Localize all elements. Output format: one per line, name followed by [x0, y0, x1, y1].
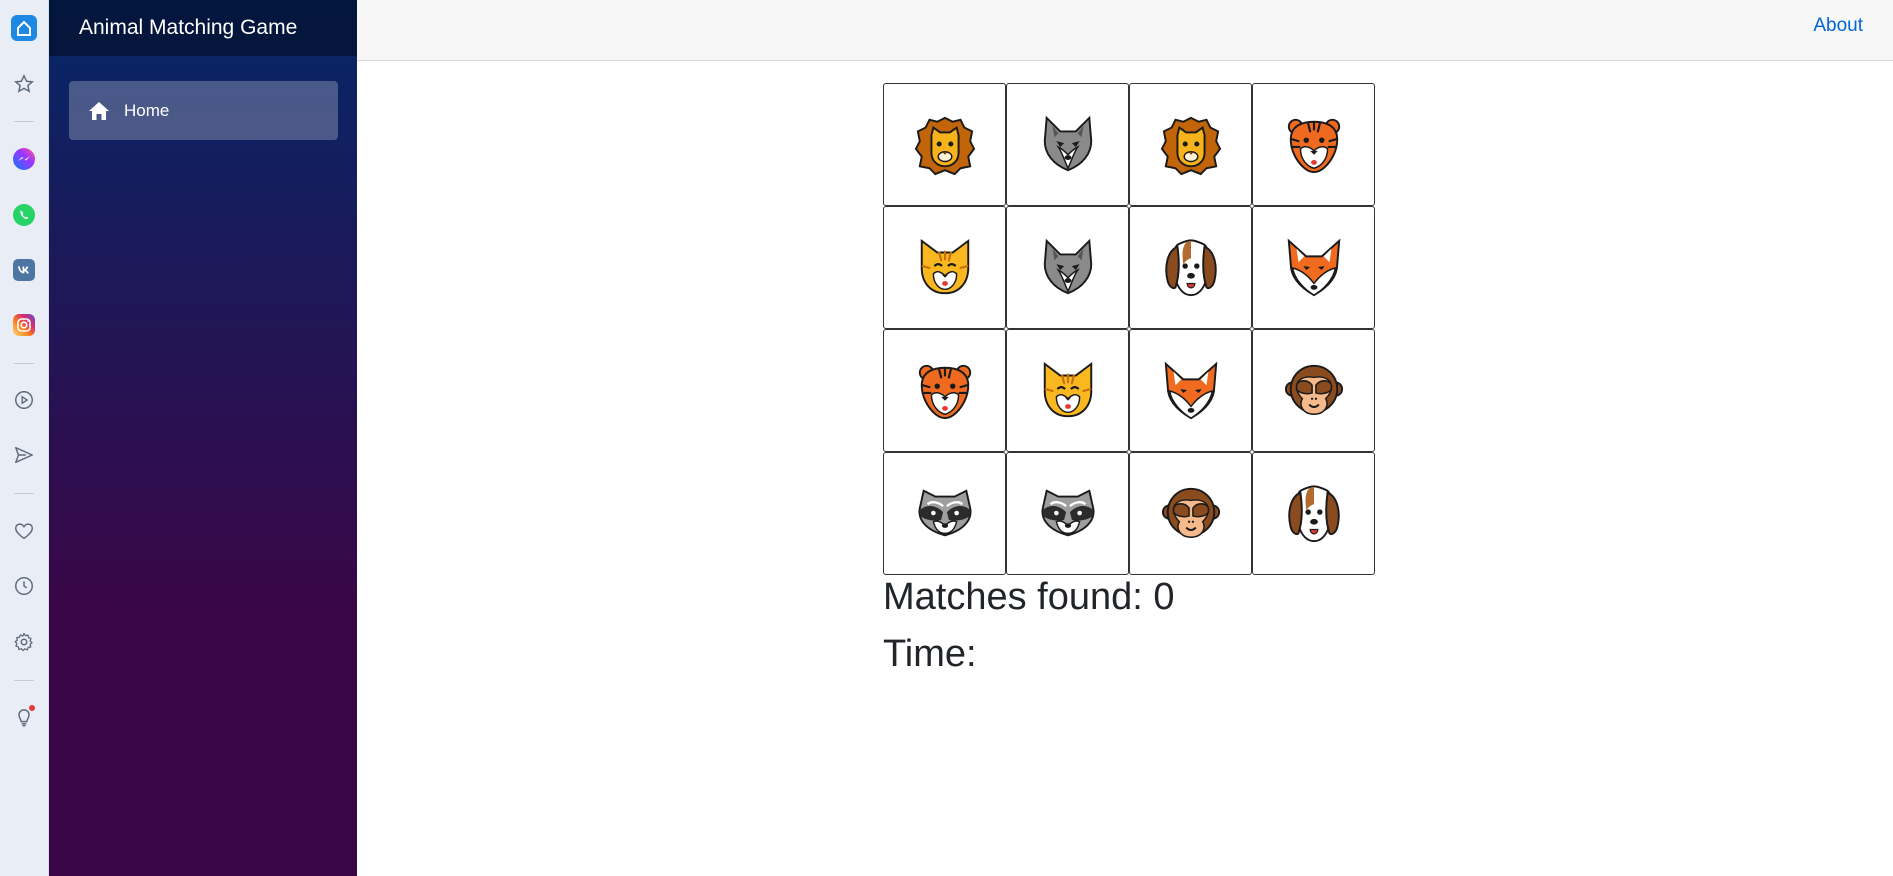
fox-icon: [1160, 360, 1222, 422]
play-icon[interactable]: [10, 386, 38, 414]
star-icon[interactable]: [10, 70, 38, 98]
app-sidebar: Animal Matching Game Home: [49, 0, 357, 876]
card[interactable]: [1252, 83, 1375, 206]
card[interactable]: [1252, 452, 1375, 575]
monkey-icon: [1283, 360, 1345, 422]
wolf-icon: [1037, 237, 1099, 299]
cat-icon: [914, 237, 976, 299]
card[interactable]: [1129, 206, 1252, 329]
fox-icon: [1283, 237, 1345, 299]
card[interactable]: [1252, 329, 1375, 452]
card[interactable]: [883, 206, 1006, 329]
dog-icon: [1283, 483, 1345, 545]
home-icon: [88, 101, 110, 121]
messenger-icon[interactable]: [10, 145, 38, 173]
lion-icon: [1160, 114, 1222, 176]
whatsapp-icon[interactable]: [10, 201, 38, 229]
wolf-icon: [1037, 114, 1099, 176]
tiger-icon: [914, 360, 976, 422]
lightbulb-icon[interactable]: [10, 703, 38, 731]
dog-icon: [1160, 237, 1222, 299]
home-icon[interactable]: [10, 14, 38, 42]
card[interactable]: [1129, 329, 1252, 452]
card[interactable]: [1129, 452, 1252, 575]
top-bar: About: [357, 0, 1893, 61]
game-board: [883, 83, 1375, 575]
card[interactable]: [1252, 206, 1375, 329]
vk-icon[interactable]: [10, 256, 38, 284]
rail-divider: [14, 363, 34, 364]
gear-icon[interactable]: [10, 628, 38, 656]
monkey-icon: [1160, 483, 1222, 545]
heart-icon[interactable]: [10, 517, 38, 545]
matches-counter: Matches found: 0: [883, 576, 1175, 618]
card[interactable]: [883, 329, 1006, 452]
sidebar-item-home[interactable]: Home: [69, 81, 338, 140]
rail-divider: [14, 493, 34, 494]
timer: Time:: [883, 633, 977, 675]
card[interactable]: [1006, 452, 1129, 575]
card[interactable]: [1006, 329, 1129, 452]
rail-divider: [14, 680, 34, 681]
app-title[interactable]: Animal Matching Game: [49, 0, 357, 56]
lion-icon: [914, 114, 976, 176]
card[interactable]: [1006, 206, 1129, 329]
raccoon-icon: [1037, 483, 1099, 545]
sidebar-item-label: Home: [124, 100, 170, 120]
about-link[interactable]: About: [1813, 15, 1863, 37]
tiger-icon: [1283, 114, 1345, 176]
card[interactable]: [1006, 83, 1129, 206]
send-icon[interactable]: [10, 441, 38, 469]
clock-icon[interactable]: [10, 572, 38, 600]
instagram-icon[interactable]: [10, 311, 38, 339]
browser-side-rail: [0, 0, 49, 876]
card[interactable]: [883, 83, 1006, 206]
card[interactable]: [1129, 83, 1252, 206]
raccoon-icon: [914, 483, 976, 545]
notification-dot: [29, 705, 35, 711]
rail-divider: [14, 121, 34, 122]
card[interactable]: [883, 452, 1006, 575]
cat-icon: [1037, 360, 1099, 422]
